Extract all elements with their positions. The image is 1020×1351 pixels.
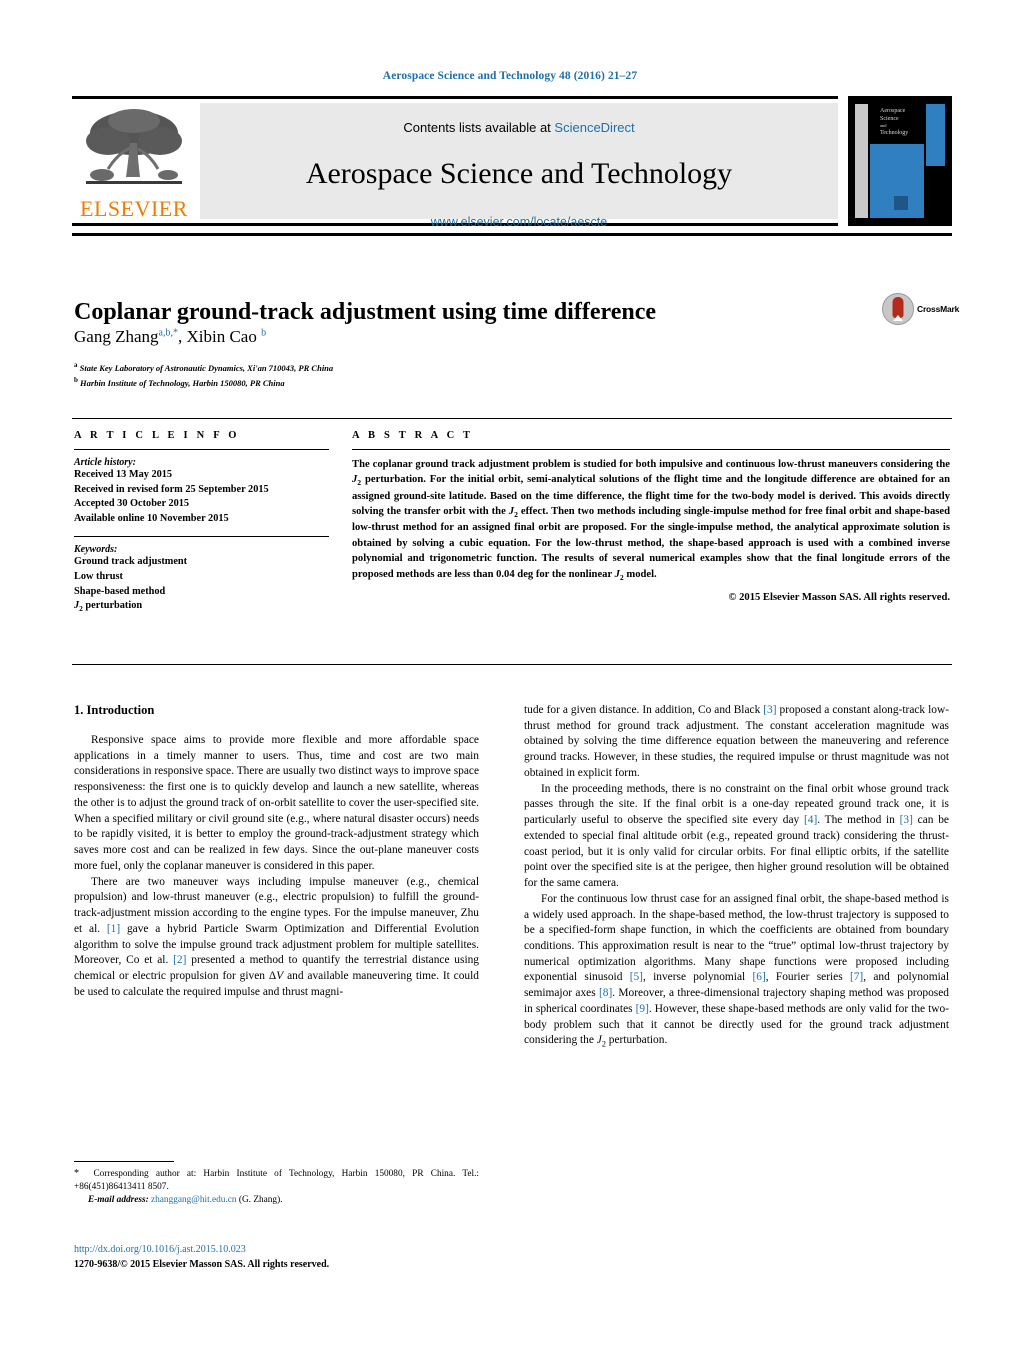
abstract-text: The coplanar ground track adjustment pro… — [352, 459, 950, 582]
affiliation-b: b Harbin Institute of Technology, Harbin… — [74, 375, 774, 390]
article-info-divider — [74, 449, 329, 450]
paper-page: Aerospace Science and Technology 48 (201… — [0, 0, 1020, 1351]
history-item: Received 13 May 2015 — [74, 469, 173, 480]
cover-left-bar — [855, 104, 868, 218]
section-title-introduction: 1. Introduction — [74, 703, 155, 717]
body-column-left: 1. Introduction Responsive space aims to… — [74, 703, 479, 1000]
cover-title-line-4: Technology — [880, 130, 909, 137]
journal-url-link[interactable]: www.elsevier.com/locate/aescte — [200, 215, 838, 229]
keywords-block: Keywords: Ground track adjustment Low thr… — [74, 544, 329, 614]
article-info-column: A R T I C L E I N F O Article history: R… — [74, 430, 329, 615]
cover-title-line-1: Aerospace — [880, 108, 906, 114]
crossmark-label: CrossMark — [917, 304, 960, 314]
cover-panel-right-mid — [926, 144, 945, 166]
band-bottom-rule — [72, 664, 952, 665]
affiliation-marker-b: b — [74, 376, 78, 384]
crossmark-icon — [882, 293, 914, 325]
article-history-label: Article history: — [74, 457, 136, 468]
band-top-rule — [72, 418, 952, 419]
history-item: Received in revised form 25 September 20… — [74, 483, 269, 495]
journal-title: Aerospace Science and Technology — [305, 157, 733, 190]
doi-link[interactable]: http://dx.doi.org/10.1016/j.ast.2015.10.… — [74, 1243, 504, 1258]
affiliations: a State Key Laboratory of Astronautic Dy… — [74, 360, 774, 390]
journal-cover-thumbnail: Aerospace Science and Technology — [848, 96, 952, 226]
crossmark-badge[interactable]: CrossMark — [882, 288, 959, 330]
contents-available-line: Contents lists available at ScienceDirec… — [200, 103, 838, 135]
issn-copyright-line: 1270-9638/© 2015 Elsevier Masson SAS. Al… — [74, 1258, 330, 1270]
keywords-label: Keywords: — [74, 544, 118, 556]
article-info-heading: A R T I C L E I N F O — [74, 430, 240, 441]
header-bottom-rule — [72, 233, 952, 236]
article-history-block: Article history: Received 13 May 2015 Re… — [74, 457, 329, 526]
paragraph: tude for a given distance. In addition, … — [524, 704, 949, 779]
affiliation-text-b: Harbin Institute of Technology, Harbin 1… — [80, 377, 285, 388]
abstract-copyright: © 2015 Elsevier Masson SAS. All rights r… — [728, 591, 950, 603]
elsevier-tree-icon — [86, 109, 182, 184]
journal-masthead: ELSEVIER Contents lists available at Sci… — [72, 96, 838, 229]
keywords-divider — [74, 536, 329, 538]
cover-publisher-mark — [894, 196, 908, 210]
email-note: E-mail address: zhanggang@hit.edu.cn (G.… — [74, 1194, 479, 1207]
email-link[interactable]: zhanggang@hit.edu.cn — [151, 1195, 237, 1205]
body-column-right: tude for a given distance. In addition, … — [524, 703, 949, 1050]
journal-reference-line: Aerospace Science and Technology 48 (201… — [382, 70, 638, 82]
corresponding-author-note: * Corresponding author at: Harbin Instit… — [74, 1168, 479, 1193]
history-item: Accepted 30 October 2015 — [74, 498, 190, 510]
abstract-heading: A B S T R A C T — [352, 430, 474, 441]
article-history-list: Received 13 May 2015 Received in revised… — [74, 468, 329, 526]
sciencedirect-link[interactable]: ScienceDirect — [554, 120, 634, 135]
cover-panel-right-top — [926, 104, 945, 144]
affiliation-a: a State Key Laboratory of Astronautic Dy… — [74, 360, 774, 375]
author-list: Gang Zhanga,b,*, Xibin Cao b — [74, 327, 267, 346]
paragraph: In the proceeding methods, there is no c… — [524, 782, 949, 890]
email-label: E-mail address: — [88, 1195, 149, 1206]
elsevier-wordmark: ELSEVIER — [80, 196, 188, 221]
abstract-divider — [352, 449, 950, 450]
footnote-block: * Corresponding author at: Harbin Instit… — [74, 1167, 479, 1208]
paragraph: Responsive space aims to provide more fl… — [74, 734, 479, 872]
affiliation-marker-a: a — [74, 361, 78, 369]
abstract-column: A B S T R A C T The coplanar ground trac… — [352, 430, 950, 603]
contents-label: Contents lists available at — [403, 120, 551, 135]
footer-block: http://dx.doi.org/10.1016/j.ast.2015.10.… — [74, 1243, 504, 1272]
affiliation-text-a: State Key Laboratory of Astronautic Dyna… — [79, 362, 334, 373]
cover-title-text: Aerospace Science and Technology — [876, 104, 924, 144]
masthead-center-panel: Contents lists available at ScienceDirec… — [200, 103, 838, 229]
paragraph: There are two maneuver ways including im… — [74, 875, 480, 998]
history-item: Available online 10 November 2015 — [74, 512, 229, 524]
elsevier-logo: ELSEVIER — [72, 99, 196, 223]
page-title: Coplanar ground-track adjustment using t… — [74, 299, 656, 326]
email-owner: (G. Zhang). — [238, 1195, 283, 1206]
cover-title-line-2: Science — [880, 116, 899, 123]
footnote-rule — [74, 1161, 174, 1162]
keywords-list: Ground track adjustment Low thrust Shape-b… — [74, 556, 188, 614]
paragraph: For the continuous low thrust case for a… — [524, 892, 949, 1049]
crossmark-icon-arrow — [893, 315, 903, 321]
